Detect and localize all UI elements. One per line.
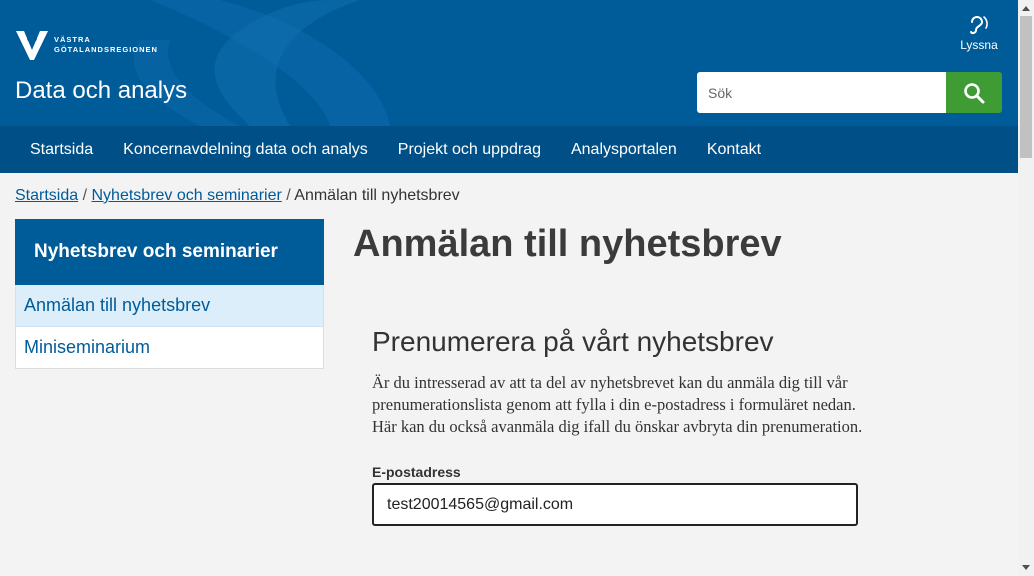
logo-text: VÄSTRA GÖTALANDSREGIONEN	[54, 35, 158, 54]
breadcrumb-link-nyhetsbrev[interactable]: Nyhetsbrev och seminarier	[92, 187, 282, 204]
intro-text: Är du intresserad av att ta del av nyhet…	[372, 373, 863, 436]
nav-item-startsida[interactable]: Startsida	[15, 126, 108, 173]
vgr-logo-icon	[16, 31, 48, 60]
breadcrumb-link-startsida[interactable]: Startsida	[15, 187, 78, 204]
listen-label: Lyssna	[960, 38, 998, 52]
site-title[interactable]: Data och analys	[15, 77, 187, 105]
vgr-logo[interactable]: VÄSTRA GÖTALANDSREGIONEN	[14, 28, 158, 62]
breadcrumb-separator: /	[82, 187, 88, 204]
sidebar-title[interactable]: Nyhetsbrev och seminarier	[15, 219, 324, 285]
listen-button[interactable]: Lyssna	[952, 14, 1006, 52]
search-form	[697, 72, 1002, 113]
ear-icon	[970, 16, 988, 35]
nav-item-koncernavdelning[interactable]: Koncernavdelning data och analys	[108, 126, 383, 173]
site-header: VÄSTRA GÖTALANDSREGIONEN Data och analys…	[0, 0, 1018, 126]
search-icon	[964, 82, 985, 103]
sidebar: Nyhetsbrev och seminarier Anmälan till n…	[15, 219, 324, 369]
breadcrumb-current: Anmälan till nyhetsbrev	[294, 187, 460, 204]
main-content: Prenumerera på vårt nyhetsbrev Är du int…	[372, 326, 872, 526]
page-title: Anmälan till nyhetsbrev	[353, 223, 782, 265]
scroll-up-icon[interactable]	[1018, 0, 1034, 16]
nav-item-kontakt[interactable]: Kontakt	[692, 126, 776, 173]
main-nav: Startsida Koncernavdelning data och anal…	[0, 126, 1018, 173]
section-heading: Prenumerera på vårt nyhetsbrev	[372, 326, 774, 357]
scrollbar[interactable]	[1018, 0, 1034, 576]
breadcrumb: Startsida / Nyhetsbrev och seminarier / …	[15, 187, 460, 205]
sidebar-item-miniseminarium[interactable]: Miniseminarium	[15, 327, 324, 369]
scroll-down-icon[interactable]	[1018, 560, 1034, 576]
email-label: E-postadress	[372, 464, 461, 480]
email-field[interactable]	[372, 483, 858, 526]
sidebar-item-anmalan[interactable]: Anmälan till nyhetsbrev	[15, 285, 324, 327]
nav-item-analysportalen[interactable]: Analysportalen	[556, 126, 692, 173]
nav-item-projekt[interactable]: Projekt och uppdrag	[383, 126, 556, 173]
search-input[interactable]	[697, 72, 946, 113]
search-button[interactable]	[946, 72, 1002, 113]
breadcrumb-separator: /	[286, 187, 291, 204]
scrollbar-thumb[interactable]	[1020, 16, 1032, 158]
